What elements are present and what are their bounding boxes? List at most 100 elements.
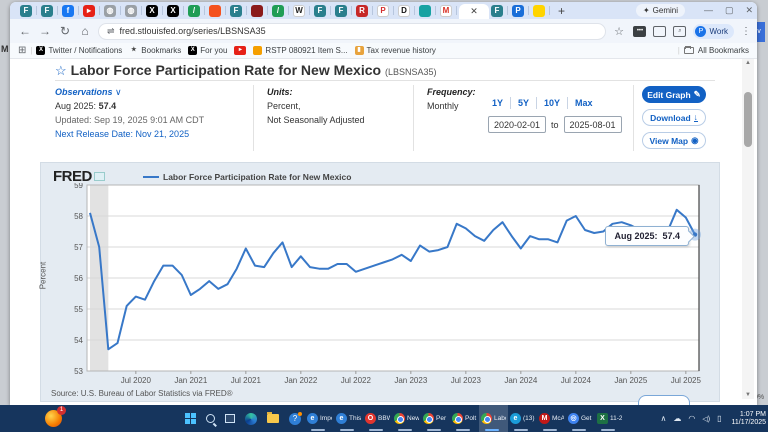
taskbar-app-new-me-[interactable]: New Me:: [392, 405, 421, 432]
pinned-tab[interactable]: ◍: [125, 5, 137, 17]
updated-text: Updated: Sep 19, 2025 9:01 AM CDT: [55, 113, 245, 127]
bookmark-item[interactable]: ▸: [234, 46, 246, 55]
pinned-tab[interactable]: R: [356, 5, 368, 17]
line-chart[interactable]: 53545556575859Jul 2020Jan 2021Jul 2021Ja…: [47, 183, 719, 391]
pinned-tab[interactable]: [209, 5, 221, 17]
pinned-tab[interactable]: F: [491, 5, 503, 17]
active-tab[interactable]: ✕: [459, 4, 489, 19]
pinned-tab[interactable]: X: [146, 5, 158, 17]
opera-app-icon: O: [365, 413, 376, 424]
download-button[interactable]: Download↓: [642, 109, 706, 126]
firefox-icon[interactable]: 1: [45, 410, 62, 427]
all-bookmarks-button[interactable]: | All Bookmarks: [678, 46, 749, 55]
forward-icon[interactable]: →: [38, 24, 52, 38]
pinned-tab[interactable]: [533, 5, 545, 17]
next-release-link[interactable]: Next Release Date: Nov 21, 2025: [55, 127, 245, 141]
pinned-tab[interactable]: [419, 5, 431, 17]
range-button-5y[interactable]: 5Y: [518, 98, 529, 108]
pinned-tab[interactable]: D: [398, 5, 410, 17]
pinned-tab[interactable]: F: [335, 5, 347, 17]
taskbar-app-this-is-eq[interactable]: eThis is eq: [334, 405, 363, 432]
favorite-star-icon[interactable]: ☆: [55, 63, 67, 78]
onedrive-cloud-icon[interactable]: ☁: [673, 414, 681, 423]
hidden-icons-chevron[interactable]: ∧: [661, 414, 667, 423]
scroll-down-icon[interactable]: ▼: [742, 392, 754, 398]
page-scrollbar[interactable]: ▲ ▼: [742, 59, 754, 399]
start-button[interactable]: [185, 413, 196, 424]
site-info-icon[interactable]: ⇌: [107, 26, 115, 37]
svg-text:54: 54: [74, 336, 83, 345]
range-button-max[interactable]: Max: [575, 98, 593, 108]
password-manager-icon[interactable]: •••: [633, 26, 646, 37]
pinned-tab[interactable]: /: [272, 5, 284, 17]
extensions-icon[interactable]: [653, 26, 666, 37]
scroll-up-icon[interactable]: ▲: [742, 60, 754, 66]
pinned-tab[interactable]: M: [440, 5, 452, 17]
range-button-10y[interactable]: 10Y: [544, 98, 560, 108]
bookmark-item[interactable]: XTwitter / Notifications: [36, 46, 122, 55]
gemini-button[interactable]: ✦ Gemini: [636, 4, 685, 17]
bookmark-item[interactable]: ★Bookmarks: [129, 46, 181, 55]
home-icon[interactable]: ⌂: [78, 24, 92, 38]
pinned-tab[interactable]: W: [293, 5, 305, 17]
bookmark-item[interactable]: ▮Tax revenue history: [355, 46, 436, 55]
task-view-icon[interactable]: [225, 414, 235, 423]
bookmark-item[interactable]: RSTP 080921 Item S...: [253, 46, 347, 55]
clock[interactable]: 1:07 PM 11/17/2025: [731, 411, 766, 427]
maximize-button[interactable]: ▢: [725, 2, 734, 18]
url-text[interactable]: fred.stlouisfed.org/series/LBSNSA35: [120, 26, 266, 36]
svg-text:Jan 2024: Jan 2024: [504, 376, 537, 385]
address-bar[interactable]: ⇌ fred.stlouisfed.org/series/LBSNSA35: [98, 23, 606, 40]
new-tab-button[interactable]: +: [558, 4, 565, 18]
back-icon[interactable]: ←: [18, 24, 32, 38]
scrollbar-thumb[interactable]: [744, 92, 752, 147]
pinned-tab[interactable]: X: [167, 5, 179, 17]
wifi-icon[interactable]: ◠: [688, 414, 695, 423]
bookmark-item[interactable]: XFor you: [188, 46, 227, 55]
edge-icon[interactable]: [245, 413, 257, 425]
pinned-tab[interactable]: [251, 5, 263, 17]
range-button-1y[interactable]: 1Y: [492, 98, 503, 108]
taskbar-app--13-horr[interactable]: e(13) Horr: [508, 405, 537, 432]
tab-strip: FFf▸◍◍XX/F/WFFRPDM ✕ FP + ✦ Gemini — ▢ ✕: [10, 2, 757, 19]
menu-icon[interactable]: ⋮: [741, 26, 751, 37]
pinned-tab[interactable]: F: [230, 5, 242, 17]
partial-pill-widget[interactable]: [638, 395, 690, 405]
pinned-tab[interactable]: F: [314, 5, 326, 17]
taskbar-app-get-he[interactable]: ◎Get He: [566, 405, 595, 432]
date-to-input[interactable]: 2025-08-01: [564, 116, 622, 133]
volume-icon[interactable]: ◁): [702, 415, 710, 423]
view-map-button[interactable]: View Map◉: [642, 132, 706, 149]
svg-text:59: 59: [74, 183, 83, 190]
pinned-tab[interactable]: /: [188, 5, 200, 17]
profile-chip[interactable]: P Work: [693, 24, 734, 39]
date-from-input[interactable]: 2020-02-01: [488, 116, 546, 133]
get-help-icon[interactable]: ?: [289, 413, 301, 425]
pinned-tab[interactable]: F: [20, 5, 32, 17]
taskbar-app-11-25-pa[interactable]: X11-25 Pa: [595, 405, 624, 432]
minimize-button[interactable]: —: [704, 2, 713, 18]
pinned-tab[interactable]: P: [512, 5, 524, 17]
apps-grid-icon[interactable]: ⊞: [18, 45, 26, 56]
taskbar-app-importar[interactable]: eImportar: [305, 405, 334, 432]
taskbar-app-polt-cap[interactable]: Polt Cap: [450, 405, 479, 432]
tab-search-icon[interactable]: ⌕: [673, 26, 686, 37]
battery-icon[interactable]: ▯: [717, 414, 721, 423]
pinned-tab[interactable]: ▸: [83, 5, 95, 17]
bookmark-star-icon[interactable]: ☆: [612, 25, 626, 38]
reload-icon[interactable]: ↻: [58, 24, 72, 38]
pinned-tab[interactable]: F: [41, 5, 53, 17]
pinned-tab[interactable]: f: [62, 5, 74, 17]
search-icon[interactable]: [206, 414, 215, 423]
taskbar-app-bbw-bor[interactable]: OBBW Bor: [363, 405, 392, 432]
file-explorer-icon[interactable]: [267, 414, 279, 423]
pinned-tab[interactable]: ◍: [104, 5, 116, 17]
observations-dropdown[interactable]: Observations ∨: [55, 85, 245, 99]
taskbar-app-mcafee-[interactable]: MMcAfee !: [537, 405, 566, 432]
pinned-tab[interactable]: P: [377, 5, 389, 17]
edit-graph-button[interactable]: Edit Graph✎: [642, 86, 706, 103]
tab-close-icon[interactable]: ✕: [470, 6, 478, 17]
taskbar-app-per-pupil[interactable]: Per Pupil: [421, 405, 450, 432]
close-button[interactable]: ✕: [745, 2, 753, 18]
taskbar-app-labor-fo[interactable]: Labor Fo: [479, 405, 508, 432]
